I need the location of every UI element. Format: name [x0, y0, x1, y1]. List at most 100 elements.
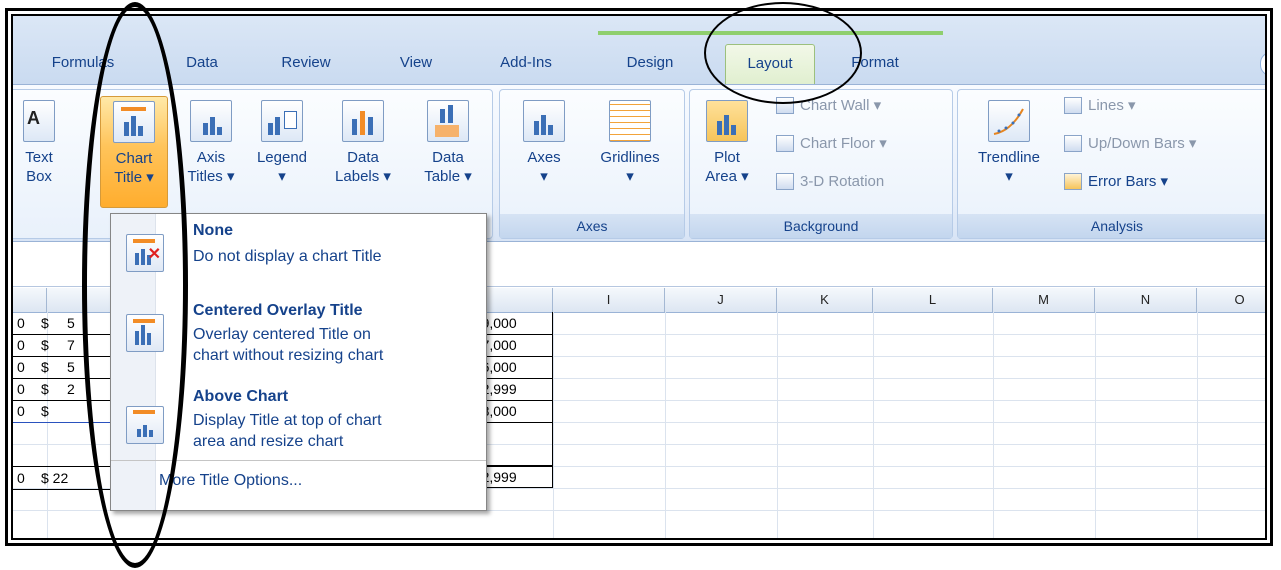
more-title-options[interactable]: More Title Options... — [159, 472, 302, 490]
data-labels-label-line1: Data — [347, 149, 379, 166]
menu-item-overlay-desc-line2: chart without resizing chart — [193, 347, 384, 364]
tab-data[interactable]: Data — [177, 52, 227, 74]
column-header-m[interactable]: M — [993, 288, 1095, 312]
legend-icon — [261, 100, 303, 142]
plot-area-label-line2: Area ▾ — [705, 168, 749, 185]
group-axes-label: Axes — [500, 214, 684, 238]
column-header-o[interactable]: O — [1197, 288, 1265, 312]
error-bars-button[interactable]: Error Bars ▾ — [1064, 170, 1168, 194]
tab-design[interactable]: Design — [617, 52, 683, 74]
menu-item-none-title: None — [193, 222, 233, 239]
column-header-blank — [13, 288, 47, 312]
cell-value: 0 — [17, 470, 25, 486]
cell-value: 0 — [17, 315, 25, 331]
plot-area-button[interactable]: Plot Area ▾ — [698, 96, 756, 186]
cell-value: $ — [41, 359, 49, 375]
axis-titles-icon — [190, 100, 232, 142]
3d-rotation-label: 3-D Rotation — [800, 173, 885, 190]
lines-button[interactable]: Lines ▾ — [1064, 94, 1136, 118]
tab-add-ins[interactable]: Add-Ins — [491, 52, 561, 74]
lines-icon — [1064, 96, 1082, 114]
menu-item-above-desc-line2: area and resize chart — [193, 433, 344, 450]
menu-item-overlay-desc-line1: Overlay centered Title on — [193, 326, 371, 343]
gridlines-label-line2: ▾ — [626, 168, 634, 185]
legend-label-line1: Legend — [256, 149, 308, 166]
data-labels-icon — [342, 100, 384, 142]
text-box-button[interactable]: A Text Box — [16, 96, 62, 186]
annotation-oval-chart-title — [82, 2, 188, 568]
cell-value: 0 — [17, 381, 25, 397]
menu-item-above-title: Above Chart — [193, 388, 289, 405]
menu-item-above-desc-line1: Display Title at top of chart — [193, 412, 382, 429]
help-icon[interactable]: ( — [1260, 52, 1265, 76]
data-table-label-line1: Data — [432, 149, 464, 166]
column-header-j[interactable]: J — [665, 288, 777, 312]
menu-item-overlay-title: Centered Overlay Title — [193, 302, 363, 319]
grid-line — [777, 312, 778, 538]
cell-value: 0 — [17, 403, 25, 419]
cell-value: 0 — [17, 337, 25, 353]
cell-value: $ — [41, 337, 49, 353]
axis-titles-label-line1: Axis — [196, 149, 226, 166]
cell-value: 2 — [67, 381, 75, 397]
up-down-bars-button[interactable]: Up/Down Bars ▾ — [1064, 132, 1196, 156]
axes-label-line1: Axes — [527, 149, 561, 166]
grid-line — [665, 312, 666, 538]
column-header-n[interactable]: N — [1095, 288, 1197, 312]
group-background-label: Background — [690, 214, 952, 238]
menu-item-none-desc: Do not display a chart Title — [193, 248, 382, 265]
legend-button[interactable]: Legend ▾ — [248, 96, 316, 186]
cell-value: 5 — [67, 315, 75, 331]
axes-label-line2: ▾ — [540, 168, 548, 185]
group-axes: Axes ▾ Gridlines ▾ Axes — [499, 89, 685, 239]
tab-view[interactable]: View — [391, 52, 441, 74]
up-down-bars-icon — [1064, 134, 1082, 152]
annotation-oval-layout-tab — [704, 2, 862, 104]
ribbon-tab-bar: Formulas Data Review View Add-Ins Design… — [13, 16, 1265, 87]
column-header-i[interactable]: I — [553, 288, 665, 312]
up-down-bars-label: Up/Down Bars ▾ — [1088, 135, 1197, 152]
grid-line — [1095, 312, 1096, 538]
text-box-label-line1: Text — [25, 149, 53, 166]
legend-label-line2: ▾ — [278, 168, 286, 185]
axes-button[interactable]: Axes ▾ — [514, 96, 574, 186]
cell-value: $ 22 — [41, 470, 69, 486]
cell-value: 7 — [67, 337, 75, 353]
axes-icon — [523, 100, 565, 142]
trendline-label-line2: ▾ — [1005, 168, 1013, 185]
axis-titles-button[interactable]: Axis Titles ▾ — [180, 96, 242, 186]
lines-label: Lines ▾ — [1088, 97, 1136, 114]
chart-floor-button[interactable]: Chart Floor ▾ — [776, 132, 887, 156]
trendline-label-line1: Trendline — [978, 149, 1040, 166]
trendline-button[interactable]: Trendline ▾ — [964, 96, 1054, 186]
group-analysis: Trendline ▾ Lines ▾ Up/Down Bars ▾ Error… — [957, 89, 1265, 239]
excel-window: Formulas Data Review View Add-Ins Design… — [11, 14, 1267, 540]
3d-rotation-button[interactable]: 3-D Rotation — [776, 170, 884, 194]
grid-line — [873, 312, 874, 538]
grid-line — [553, 312, 554, 538]
chart-floor-label: Chart Floor ▾ — [800, 135, 887, 152]
error-bars-icon — [1064, 172, 1082, 190]
gridlines-button[interactable]: Gridlines ▾ — [586, 96, 674, 186]
grid-line — [1197, 312, 1198, 538]
error-bars-label: Error Bars ▾ — [1088, 173, 1169, 190]
group-background: Plot Area ▾ Chart Wall ▾ Chart Floor ▾ 3… — [689, 89, 953, 239]
trendline-icon — [988, 100, 1030, 142]
column-header-k[interactable]: K — [777, 288, 873, 312]
group-analysis-label: Analysis — [958, 214, 1265, 238]
tab-review[interactable]: Review — [275, 52, 337, 74]
cell-value: 5 — [67, 359, 75, 375]
data-table-button[interactable]: Data Table ▾ — [412, 96, 484, 186]
column-header-l[interactable]: L — [873, 288, 993, 312]
cell-value: 0 — [17, 359, 25, 375]
gridlines-label-line1: Gridlines — [600, 149, 660, 166]
data-table-icon — [427, 100, 469, 142]
chart-floor-icon — [776, 134, 794, 152]
data-labels-button[interactable]: Data Labels ▾ — [328, 96, 398, 186]
data-table-label-line2: Table ▾ — [424, 168, 472, 185]
data-labels-label-line2: Labels ▾ — [335, 168, 391, 185]
axis-titles-label-line2: Titles ▾ — [187, 168, 235, 185]
cell-value: $ — [41, 315, 49, 331]
text-box-label-line2: Box — [26, 168, 52, 185]
grid-line — [993, 312, 994, 538]
